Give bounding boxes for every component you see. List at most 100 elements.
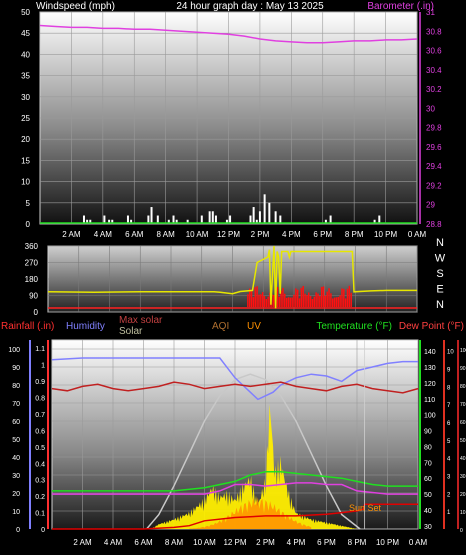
direction-y-tick-label: 0	[34, 308, 39, 317]
barometer-y-tick-label: 30.4	[426, 66, 442, 75]
rain-tick-label: 0.1	[35, 511, 45, 518]
barometer-y-tick-label: 29.6	[426, 143, 442, 152]
compass-label: S	[436, 268, 443, 280]
humidity-tick-label: 60	[12, 419, 20, 426]
uv-tick-label: 3	[447, 475, 451, 481]
temperature-tick-label: 120	[424, 381, 436, 388]
rain-tick-label: 0.5	[35, 445, 45, 452]
barometer-y-tick-label: 30	[426, 104, 435, 113]
wind-x-tick-label: 8 AM	[157, 230, 176, 239]
temperature-tick-label: 80	[424, 444, 432, 451]
wind-axis-title: Windspeed (mph)	[36, 1, 115, 12]
dewpoint-tick-label: 70	[460, 402, 466, 408]
dewpoint-tick-label: 50	[460, 438, 466, 444]
uv-tick-label: 9	[447, 368, 451, 374]
rain-tick-label: 0.7	[35, 412, 45, 419]
barometer-y-tick-label: 31	[426, 8, 435, 17]
temperature-tick-label: 110	[424, 397, 435, 404]
humidity-tick-label: 90	[12, 365, 20, 372]
legend-rainfall: Rainfall (.in)	[1, 321, 54, 332]
barometer-y-tick-label: 30.2	[426, 85, 442, 94]
wind-x-tick-label: 4 AM	[94, 230, 113, 239]
temperature-tick-label: 40	[424, 508, 432, 515]
humidity-tick-label: 30	[12, 473, 20, 480]
sunset-annotation: Sun Set	[349, 503, 382, 513]
legend-uv: UV	[247, 321, 261, 332]
humidity-tick-label: 0	[16, 527, 20, 534]
legend-aqi: AQI	[212, 321, 229, 332]
dewpoint-tick-label: 20	[460, 492, 466, 498]
weather-x-tick-label: 0 AM	[409, 538, 428, 547]
humidity-tick-label: 20	[12, 491, 20, 498]
weather-x-ticks: 2 AM 4 AM 6 AM 8 AM 10 AM 12 PM 2 PM 4 PM 6 PM 8 …	[73, 538, 427, 547]
wind-y-tick-label: 45	[21, 29, 30, 38]
temperature-tick-label: 50	[424, 492, 432, 499]
wind-x-tick-label: 2 PM	[251, 230, 270, 239]
rain-tick-label: 0	[41, 527, 45, 534]
compass-labels: NWSEN	[435, 237, 446, 311]
wind-y-tick-label: 40	[21, 50, 30, 59]
temperature-tick-label: 140	[424, 349, 436, 356]
rain-tick-label: 0.6	[35, 428, 45, 435]
uv-tick-label: 8	[447, 385, 451, 391]
wind-x-tick-label: 2 AM	[62, 230, 81, 239]
humidity-tick-label: 100	[8, 347, 20, 354]
rain-tick-label: 0.9	[35, 379, 45, 386]
uv-tick-label: 2	[447, 492, 451, 498]
weather-x-tick-label: 10 PM	[376, 538, 399, 547]
dewpoint-tick-label: 10	[460, 510, 466, 516]
rain-tick-label: 1.1	[35, 346, 45, 353]
wind-y-tick-label: 35	[21, 72, 30, 81]
dewpoint-tick-label: 100	[460, 348, 466, 354]
weather-x-tick-label: 12 PM	[223, 538, 246, 547]
temperature-tick-label: 60	[424, 476, 432, 483]
uv-tick-label: 7	[447, 403, 451, 409]
weather-x-tick-label: 6 AM	[134, 538, 153, 547]
direction-y-tick-label: 180	[25, 275, 39, 284]
wind-y-tick-label: 20	[21, 135, 30, 144]
humidity-tick-label: 50	[12, 437, 20, 444]
wind-x-tick-label: 6 PM	[313, 230, 332, 239]
wind-x-tick-label: 10 AM	[186, 230, 209, 239]
wind-y-tick-label: 25	[21, 114, 30, 123]
barometer-y-ticks: 28.8 29 29.2 29.4 29.6 29.8 30 30.2 30.4 30.6 30.8…	[419, 8, 442, 229]
uv-tick-label: 10	[447, 350, 454, 356]
legend-temperature: Temperature (°F)	[316, 321, 392, 332]
direction-y-ticks: 0 90 180 270 360	[25, 242, 39, 317]
humidity-tick-label: 80	[12, 383, 20, 390]
dewpoint-tick-label: 40	[460, 456, 466, 462]
temperature-tick-label: 30	[424, 524, 432, 531]
direction-y-tick-label: 270	[25, 259, 39, 268]
legend-max-solar: Max solar	[119, 315, 163, 326]
temperature-tick-label: 100	[424, 413, 436, 420]
barometer-y-tick-label: 28.8	[426, 220, 442, 229]
wind-x-tick-label: 4 PM	[282, 230, 301, 239]
rain-tick-label: 0.3	[35, 478, 45, 485]
direction-y-tick-label: 90	[29, 292, 38, 301]
humidity-tick-label: 40	[12, 455, 20, 462]
wind-x-tick-label: 8 PM	[345, 230, 364, 239]
weather-x-tick-label: 8 AM	[165, 538, 184, 547]
barometer-axis-title: Barometer (.in)	[367, 1, 434, 12]
wind-y-tick-label: 30	[21, 93, 30, 102]
dewpoint-tick-label: 60	[460, 420, 466, 426]
wind-y-tick-label: 5	[26, 199, 31, 208]
legend-dewpoint: Dew Point (°F)	[399, 321, 464, 332]
compass-label: N	[436, 237, 444, 249]
dewpoint-tick-label: 90	[460, 366, 466, 372]
compass-label: W	[435, 253, 446, 265]
barometer-y-tick-label: 29	[426, 201, 435, 210]
humidity-tick-label: 70	[12, 401, 20, 408]
temperature-tick-label: 130	[424, 365, 436, 372]
barometer-y-tick-label: 29.2	[426, 181, 442, 190]
wind-y-tick-label: 50	[21, 8, 30, 17]
rain-tick-label: 0.4	[35, 461, 45, 468]
compass-label: E	[436, 284, 443, 296]
weather-x-tick-label: 2 PM	[256, 538, 275, 547]
wind-x-tick-label: 12 PM	[217, 230, 240, 239]
dewpoint-tick-label: 30	[460, 474, 466, 480]
barometer-y-tick-label: 30.8	[426, 27, 442, 36]
legend-humidity: Humidity	[66, 321, 105, 332]
humidity-tick-label: 10	[12, 509, 20, 516]
weather-x-tick-label: 10 AM	[193, 538, 216, 547]
